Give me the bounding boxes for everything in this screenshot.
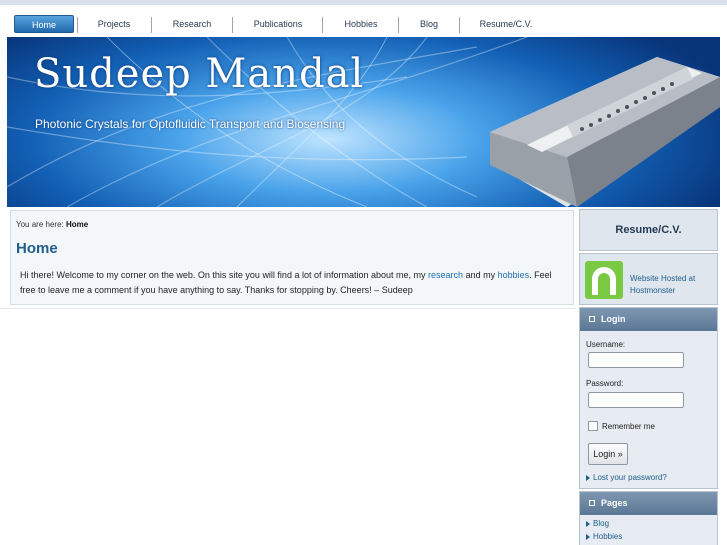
lost-password-link[interactable]: Lost your password? [593,473,667,482]
research-link[interactable]: research [428,270,463,280]
welcome-text-part-2: and my [465,270,496,280]
square-bullet-icon [589,500,595,506]
resume-link[interactable]: Resume/C.V. [579,209,718,251]
hobbies-link[interactable]: hobbies [498,270,530,280]
nav-divider [151,17,152,33]
nav-research[interactable]: Research [158,15,226,33]
nav-blog[interactable]: Blog [406,15,452,33]
top-navigation: Home Projects Research Publications Hobb… [0,0,727,37]
login-button[interactable]: Login » [588,443,628,465]
arrow-right-icon [586,475,590,481]
password-label: Password: [586,379,624,388]
content-divider [0,308,576,309]
breadcrumb: You are here: Home [16,220,88,229]
breadcrumb-current: Home [65,220,89,229]
login-heading: Login [580,308,717,331]
hosting-badge[interactable]: Website Hosted at Hostmonster [579,253,718,305]
hosted-text: Website Hosted at Hostmonster [630,274,696,295]
remember-me-label: Remember me [602,422,655,431]
header-banner: Sudeep Mandal Photonic Crystals for Opto… [7,37,720,207]
password-input[interactable] [588,392,684,408]
login-heading-label: Login [601,314,626,324]
nav-hobbies[interactable]: Hobbies [330,15,392,33]
username-input[interactable] [588,352,684,368]
pages-item-hobbies[interactable]: Hobbies [593,532,622,541]
site-title: Sudeep Mandal [34,51,365,97]
nav-divider [322,17,323,33]
arrow-right-icon [586,521,590,527]
welcome-text-part-1: Hi there! Welcome to my corner on the we… [20,270,426,280]
nav-divider [398,17,399,33]
hostmonster-logo-icon [585,261,623,299]
main-content: You are here: Home Home Hi there! Welcom… [10,210,574,305]
welcome-text: Hi there! Welcome to my corner on the we… [20,268,565,298]
site-subtitle: Photonic Crystals for Optofluidic Transp… [35,117,346,131]
login-widget: Login Username: Password: Remember me Lo… [579,307,718,489]
nav-divider [459,17,460,33]
nav-divider [232,17,233,33]
username-label: Username: [586,340,626,349]
pages-widget: Pages Blog Hobbies [579,491,718,545]
nav-resume[interactable]: Resume/C.V. [466,15,546,33]
page-title: Home [16,240,58,257]
pages-heading: Pages [580,492,717,515]
arrow-right-icon [586,534,590,540]
square-bullet-icon [589,316,595,322]
breadcrumb-prefix: You are here: [16,220,64,229]
pages-item-blog[interactable]: Blog [593,519,609,528]
pages-heading-label: Pages [601,498,628,508]
nav-divider [77,17,78,33]
nav-home[interactable]: Home [14,15,74,33]
remember-me-checkbox[interactable] [588,421,598,431]
nav-projects[interactable]: Projects [82,15,146,33]
nav-publications[interactable]: Publications [240,15,316,33]
